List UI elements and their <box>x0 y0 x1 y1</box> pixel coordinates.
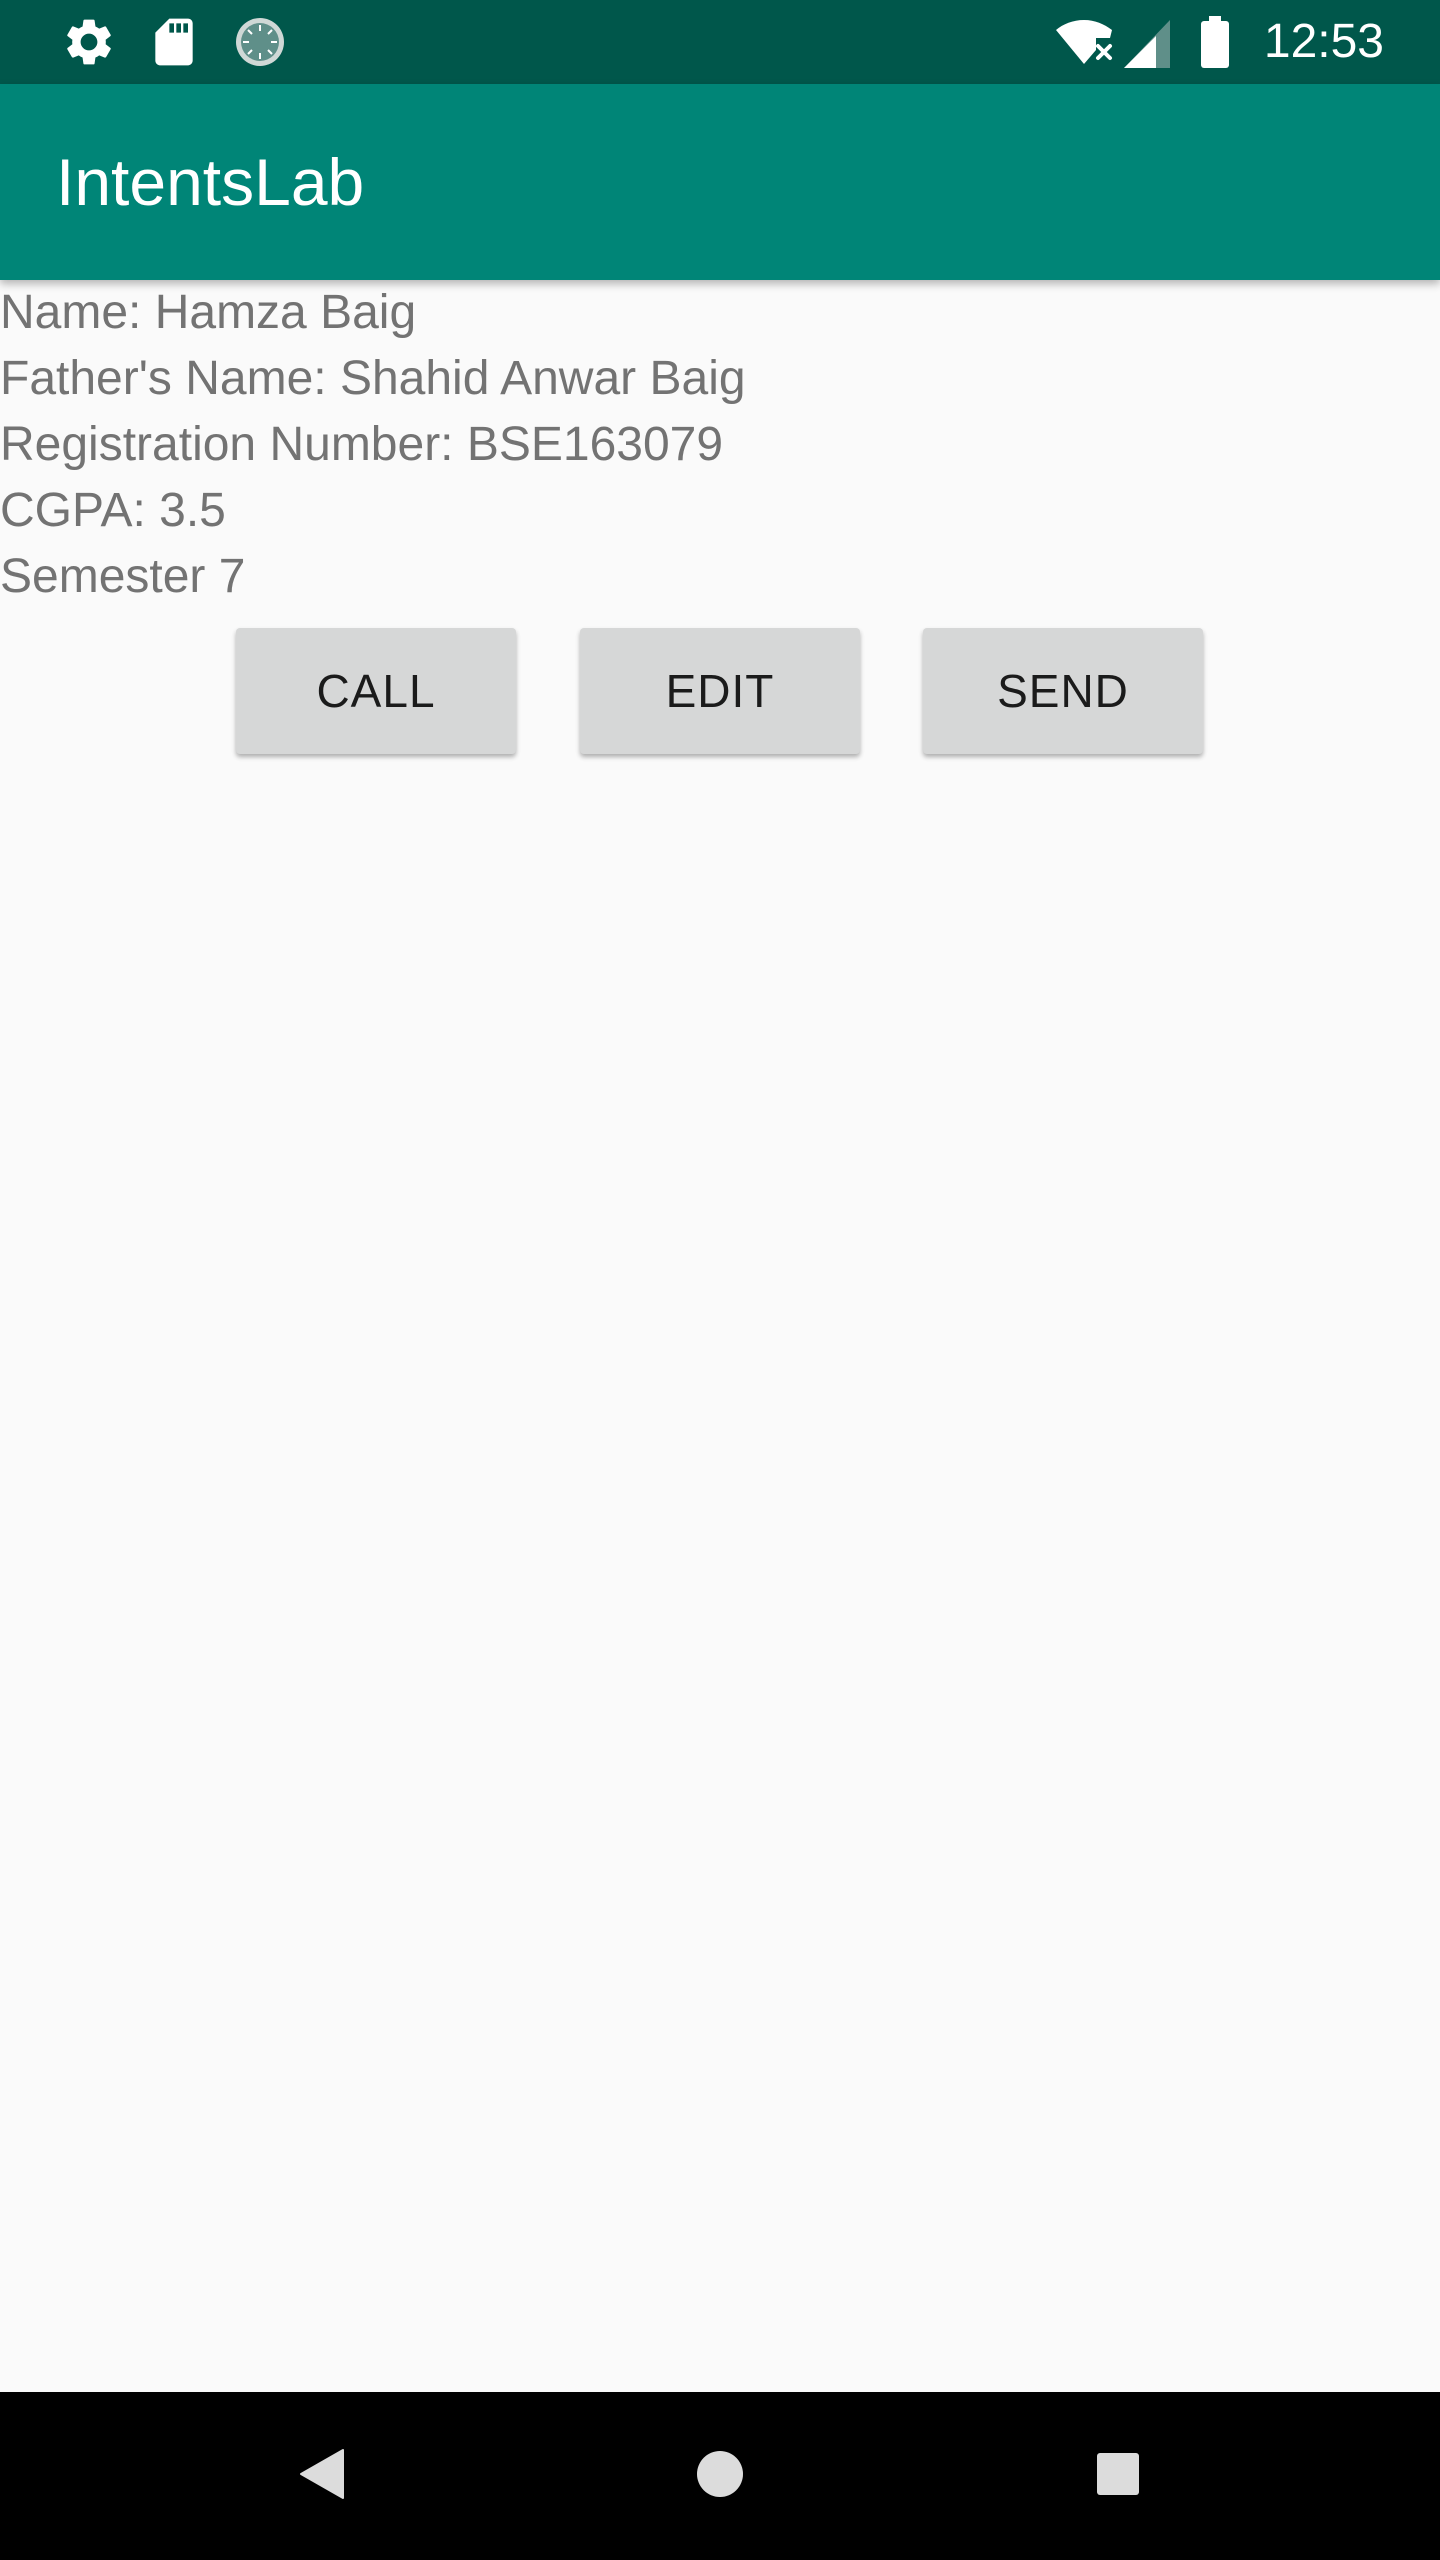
registration-number-text: Registration Number: BSE163079 <box>0 418 724 471</box>
student-info: Name: Hamza Baig Father's Name: Shahid A… <box>0 280 1440 610</box>
call-button[interactable]: CALL <box>236 628 516 754</box>
recents-icon <box>1096 2452 1140 2500</box>
cgpa-text: CGPA: 3.5 <box>0 484 226 537</box>
sd-card-icon <box>152 14 196 70</box>
send-button[interactable]: SEND <box>923 628 1203 754</box>
recents-button[interactable] <box>1034 2392 1202 2560</box>
cell-signal-icon <box>1122 14 1172 70</box>
app-bar: IntentsLab <box>0 84 1440 280</box>
status-time: 12:53 <box>1263 15 1384 68</box>
navigation-bar <box>0 2392 1440 2560</box>
gear-icon <box>60 14 118 70</box>
battery-icon <box>1198 14 1232 70</box>
app-title: IntentsLab <box>56 145 365 219</box>
home-button[interactable] <box>636 2392 804 2560</box>
sync-progress-icon <box>232 14 288 70</box>
home-icon <box>696 2450 744 2502</box>
edit-button[interactable]: EDIT <box>580 628 860 754</box>
back-button[interactable] <box>238 2392 406 2560</box>
status-bar: 12:53 <box>0 0 1440 84</box>
wifi-off-icon <box>1054 14 1114 70</box>
back-icon <box>299 2448 345 2504</box>
father-name-text: Father's Name: Shahid Anwar Baig <box>0 352 746 405</box>
semester-text: Semester 7 <box>0 550 246 603</box>
button-row: CALL EDIT SEND <box>0 628 1440 758</box>
name-text: Name: Hamza Baig <box>0 286 417 339</box>
